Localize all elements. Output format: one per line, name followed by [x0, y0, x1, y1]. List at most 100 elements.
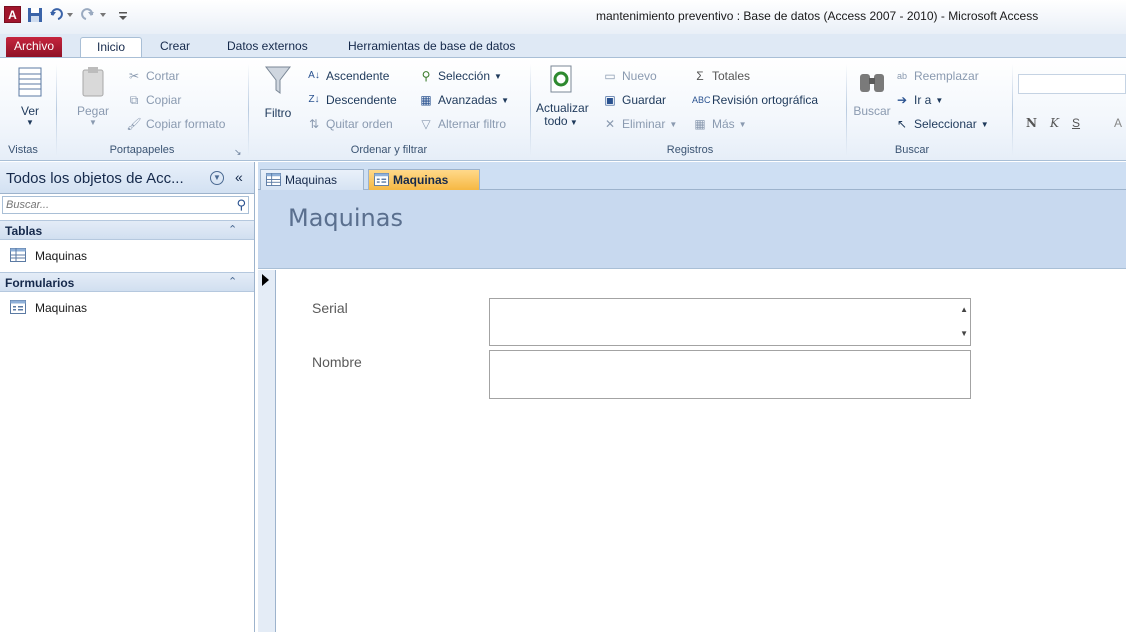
- scroll-down-icon[interactable]: ▼: [960, 329, 968, 338]
- eliminar-button[interactable]: ✕ Eliminar ▼: [602, 115, 677, 133]
- navigation-pane: Todos los objetos de Acc... ▼ « ⚲ Tablas…: [0, 162, 255, 632]
- undo-icon[interactable]: [48, 6, 76, 24]
- mas-button[interactable]: ▦ Más ▼: [692, 115, 747, 133]
- advanced-filter-icon: ▦: [420, 93, 432, 107]
- nav-menu-icon[interactable]: ▼: [210, 171, 224, 185]
- avanzadas-button[interactable]: ▦ Avanzadas ▼: [418, 91, 509, 109]
- chevron-down-icon: ▼: [935, 95, 944, 105]
- descendente-label: Descendente: [326, 93, 397, 107]
- seleccionar-button[interactable]: ↖ Seleccionar ▼: [894, 115, 989, 133]
- format-painter-icon: 🖌: [126, 117, 142, 131]
- save-record-icon: ▣: [604, 93, 616, 107]
- copiar-button[interactable]: ⧉ Copiar: [126, 91, 182, 109]
- reemplazar-button[interactable]: ab Reemplazar: [894, 67, 979, 85]
- font-name-combo[interactable]: [1018, 74, 1126, 94]
- section-label: Tablas: [5, 224, 43, 238]
- new-record-icon: ▭: [604, 69, 616, 83]
- nav-item-form-maquinas[interactable]: Maquinas: [0, 297, 254, 319]
- clear-sort-icon: ⇅: [308, 117, 320, 131]
- buscar-button[interactable]: Buscar: [852, 66, 892, 118]
- chevron-down-icon: ▼: [494, 71, 502, 81]
- cortar-button[interactable]: ✂ Cortar: [126, 67, 179, 85]
- serial-field[interactable]: ▲ ▼: [489, 298, 971, 346]
- save-icon[interactable]: [26, 6, 44, 24]
- copiar-formato-label: Copiar formato: [146, 117, 226, 131]
- ascendente-button[interactable]: A↓ Ascendente: [306, 67, 389, 85]
- collapse-pane-icon[interactable]: «: [235, 169, 243, 185]
- descendente-button[interactable]: Z↓ Descendente: [306, 91, 397, 109]
- arrow-right-icon: ➔: [896, 93, 908, 107]
- group-divider: [56, 64, 57, 156]
- tab-crear[interactable]: Crear: [154, 37, 196, 57]
- redo-icon[interactable]: [80, 6, 110, 24]
- underline-button[interactable]: S: [1072, 114, 1080, 132]
- doc-tab-form-maquinas[interactable]: Maquinas: [368, 169, 480, 190]
- todo-label: todo: [544, 114, 568, 128]
- nav-section-formularios[interactable]: Formularios ⌃: [0, 272, 254, 292]
- group-label-vistas: Vistas: [8, 144, 38, 156]
- serial-label: Serial: [312, 300, 348, 316]
- cursor-icon: ↖: [896, 117, 908, 131]
- nav-item-label: Maquinas: [35, 249, 88, 263]
- nav-item-table-maquinas[interactable]: Maquinas: [0, 245, 254, 267]
- access-logo-icon: A: [4, 6, 21, 23]
- selection-filter-icon: ⚲: [421, 69, 431, 83]
- chevron-up-icon[interactable]: ⌃: [228, 275, 237, 288]
- toggle-filter-icon: ▽: [421, 117, 431, 131]
- nav-header[interactable]: Todos los objetos de Acc... ▼ «: [0, 162, 254, 194]
- form-icon: [10, 300, 26, 314]
- bold-button[interactable]: N: [1026, 114, 1037, 132]
- tab-inicio[interactable]: Inicio: [80, 37, 142, 57]
- copy-icon: ⧉: [129, 93, 139, 107]
- copiar-formato-button[interactable]: 🖌 Copiar formato: [126, 115, 225, 133]
- guardar-label: Guardar: [622, 93, 667, 107]
- copiar-label: Copiar: [146, 93, 182, 107]
- dialog-launcher-icon[interactable]: ↘: [234, 147, 242, 158]
- chevron-up-icon[interactable]: ⌃: [228, 223, 237, 236]
- filtro-label: Filtro: [264, 106, 292, 120]
- paste-icon: [82, 67, 104, 97]
- nav-search: ⚲: [2, 196, 249, 214]
- avanzadas-label: Avanzadas: [438, 93, 498, 107]
- totales-button[interactable]: Σ Totales: [692, 67, 750, 85]
- nav-search-input[interactable]: [3, 197, 223, 213]
- font-color-button[interactable]: A: [1114, 114, 1122, 132]
- sigma-icon: Σ: [696, 69, 704, 83]
- quitar-orden-button[interactable]: ⇅ Quitar orden: [306, 115, 393, 133]
- totales-label: Totales: [712, 69, 751, 83]
- tab-datos-externos[interactable]: Datos externos: [221, 37, 314, 57]
- ir-a-label: Ir a: [914, 93, 932, 107]
- nombre-label: Nombre: [312, 354, 362, 370]
- tab-herramientas[interactable]: Herramientas de base de datos: [342, 37, 521, 57]
- revision-button[interactable]: ABC Revisión ortográfica: [692, 91, 818, 109]
- nuevo-button[interactable]: ▭ Nuevo: [602, 67, 656, 85]
- filtro-button[interactable]: Filtro: [258, 62, 298, 120]
- italic-button[interactable]: K: [1050, 114, 1059, 132]
- alternar-filtro-button[interactable]: ▽ Alternar filtro: [418, 115, 506, 133]
- refresh-icon: [550, 65, 572, 93]
- doc-tab-table-maquinas[interactable]: Maquinas: [260, 169, 364, 190]
- group-divider: [530, 64, 531, 156]
- guardar-button[interactable]: ▣ Guardar: [602, 91, 666, 109]
- nav-item-label: Maquinas: [35, 301, 88, 315]
- pegar-label: Pegar: [76, 104, 110, 118]
- customize-icon[interactable]: [116, 6, 130, 24]
- seleccionar-label: Seleccionar: [914, 117, 977, 131]
- revision-label: Revisión ortográfica: [712, 93, 819, 107]
- chevron-down-icon: ▼: [738, 119, 747, 129]
- record-selector[interactable]: [258, 270, 276, 632]
- ver-button[interactable]: Ver ▼: [12, 66, 48, 127]
- nav-section-tablas[interactable]: Tablas ⌃: [0, 220, 254, 240]
- binoculars-icon: [860, 74, 884, 92]
- ir-a-button[interactable]: ➔ Ir a ▼: [894, 91, 943, 109]
- scissors-icon: ✂: [128, 69, 140, 83]
- scroll-up-icon[interactable]: ▲: [960, 305, 968, 314]
- pegar-button[interactable]: Pegar ▼: [76, 66, 110, 127]
- tab-archivo[interactable]: Archivo: [6, 37, 63, 57]
- nombre-field[interactable]: [489, 350, 971, 399]
- actualizar-todo-button[interactable]: Actualizar todo ▼: [536, 64, 589, 129]
- seleccion-button[interactable]: ⚲ Selección ▼: [418, 67, 502, 85]
- group-divider: [1012, 64, 1013, 156]
- search-icon[interactable]: ⚲: [236, 197, 246, 213]
- chevron-down-icon: ▼: [980, 119, 989, 129]
